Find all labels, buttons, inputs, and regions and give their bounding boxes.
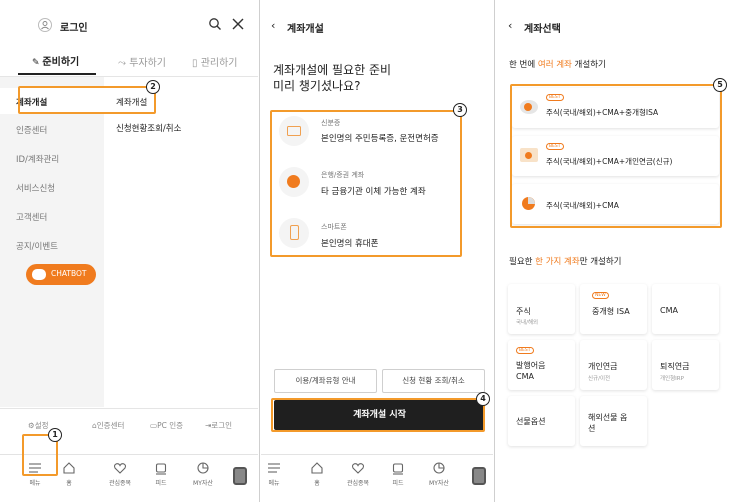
single-account-tile[interactable]: BEST 발행어음 CMA xyxy=(508,340,575,390)
sidebar-item-notice[interactable]: 공지/이벤트 xyxy=(16,240,58,252)
annotation-box-5 xyxy=(510,84,722,228)
single-account-tile[interactable]: 선물옵션 xyxy=(508,396,575,446)
nav-watchlist[interactable]: 관심종목 xyxy=(343,461,373,487)
nav-home[interactable]: 홈 xyxy=(302,461,332,487)
annotation-number-3: 3 xyxy=(453,103,467,117)
single-account-tile[interactable]: 주식 국내/해외 xyxy=(508,284,575,334)
prep-heading: 계좌개설에 필요한 준비 미리 챙기셨나요? xyxy=(273,63,392,93)
phone-icon[interactable] xyxy=(233,467,247,485)
panel-divider xyxy=(494,0,495,502)
user-icon[interactable] xyxy=(38,18,52,32)
submenu-status[interactable]: 신청현황조회/취소 xyxy=(116,122,181,134)
pencil-icon: ✎ xyxy=(32,58,40,68)
back-arrow-icon[interactable]: ‹ xyxy=(508,19,512,32)
annotation-number-2: 2 xyxy=(146,80,160,94)
feed-icon xyxy=(392,463,404,475)
footer-settings[interactable]: ⚙설정 xyxy=(28,420,49,431)
gear-icon: ⚙ xyxy=(28,421,35,430)
home-icon xyxy=(311,462,323,474)
chatbot-button[interactable]: CHATBOT xyxy=(26,264,96,285)
single-account-tile[interactable]: 해외선물 옵션 xyxy=(580,396,647,446)
sidebar-item-id[interactable]: ID/계좌관리 xyxy=(16,153,59,165)
nav-menu[interactable]: 메뉴 xyxy=(261,461,289,487)
nav-my-assets[interactable]: MY자산 xyxy=(188,461,218,487)
heart-icon xyxy=(113,463,127,474)
sidebar-item-support[interactable]: 고객센터 xyxy=(16,211,47,223)
document-icon: ▯ xyxy=(192,58,198,69)
active-tab-underline xyxy=(18,73,96,75)
nav-home[interactable]: 홈 xyxy=(54,461,84,487)
annotation-box-4 xyxy=(271,398,485,432)
login-label[interactable]: 로그인 xyxy=(60,19,88,34)
best-badge: BEST xyxy=(516,347,534,354)
tab-invest[interactable]: ⤳ 투자하기 xyxy=(118,54,166,69)
footer-login[interactable]: ⇥로그인 xyxy=(205,420,232,431)
screenshot-root: 로그인 ✎ 준비하기 ⤳ 투자하기 ▯ 관리하기 계좌개설 인증센터 ID/계좌… xyxy=(0,0,749,502)
page-title: 계좌개설 xyxy=(287,24,324,35)
single-section-heading: 필요한 한 가지 계좌만 개설하기 xyxy=(509,257,622,267)
nav-my-assets[interactable]: MY자산 xyxy=(424,461,454,487)
bottom-nav: 메뉴 홈 관심종목 피드 MY자산 xyxy=(261,454,493,502)
pie-icon xyxy=(433,462,445,474)
sidebar-item-service[interactable]: 서비스신청 xyxy=(16,182,55,194)
sidebar-item-cert[interactable]: 인증센터 xyxy=(16,124,47,136)
new-badge: NEW xyxy=(592,292,609,299)
single-account-tile[interactable]: NEW 중개형 ISA xyxy=(580,284,647,334)
account-select-panel: ‹ 계좌선택 한 번에 여러 계좌 개설하기 BEST 주식(국내/해외)+CM… xyxy=(496,0,749,502)
nav-watchlist[interactable]: 관심종목 xyxy=(105,461,135,487)
tab-manage[interactable]: ▯ 관리하기 xyxy=(192,54,238,69)
footer-pc-cert[interactable]: ▭PC 인증 xyxy=(150,420,183,431)
panel-divider xyxy=(259,0,260,502)
trend-icon: ⤳ xyxy=(118,58,126,69)
footer-divider xyxy=(0,408,258,409)
menu-icon xyxy=(268,463,280,473)
status-inquiry-button[interactable]: 신청 현황 조회/취소 xyxy=(382,369,485,393)
phone-icon[interactable] xyxy=(472,467,486,485)
annotation-number-4: 4 xyxy=(476,392,490,406)
robot-icon xyxy=(32,269,46,280)
home-icon xyxy=(63,462,75,474)
footer-cert[interactable]: ⌂인증센터 xyxy=(92,420,124,431)
back-arrow-icon[interactable]: ‹ xyxy=(271,19,275,32)
page-title: 계좌선택 xyxy=(524,24,561,35)
single-account-tile[interactable]: 퇴직연금 개인형IRP xyxy=(652,340,719,390)
pie-icon xyxy=(197,462,209,474)
heart-icon xyxy=(351,463,365,474)
menu-panel: 로그인 ✎ 준비하기 ⤳ 투자하기 ▯ 관리하기 계좌개설 인증센터 ID/계좌… xyxy=(0,0,258,502)
tab-prepare[interactable]: ✎ 준비하기 xyxy=(32,53,79,68)
annotation-number-1: 1 xyxy=(48,428,62,442)
feed-icon xyxy=(155,463,167,475)
multi-section-heading: 한 번에 여러 계좌 개설하기 xyxy=(509,60,606,70)
annotation-box-3 xyxy=(270,110,462,257)
annotation-number-5: 5 xyxy=(713,78,727,92)
close-icon[interactable] xyxy=(232,18,244,33)
single-account-tile[interactable]: CMA xyxy=(652,284,719,334)
annotation-box-2 xyxy=(18,86,156,114)
usage-guide-button[interactable]: 이용/계좌유형 안내 xyxy=(274,369,377,393)
nav-feed[interactable]: 피드 xyxy=(383,461,413,487)
single-account-tile[interactable]: 개인연금 신규/이전 xyxy=(580,340,647,390)
search-icon[interactable] xyxy=(208,17,222,34)
nav-feed[interactable]: 피드 xyxy=(146,461,176,487)
